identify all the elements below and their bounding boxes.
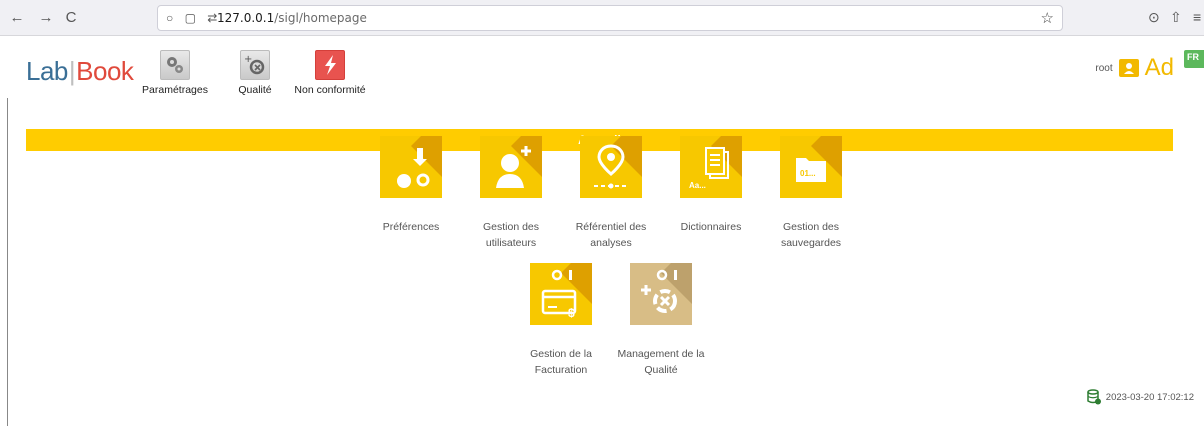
tile-label-line1: Préférences [382, 221, 440, 233]
tile-label-line1: Gestion de la [530, 348, 592, 360]
tile-preferences[interactable]: Préférences [361, 136, 461, 235]
app-header: Lab|Book Paramétrages + Qualité Non conf… [0, 36, 1204, 98]
tile-label-line1: Gestion des [782, 221, 840, 233]
backup-icon-text: 01... [800, 169, 816, 178]
tile-label: Management de la Qualité [611, 346, 711, 378]
nav-qualite-label: Qualité [238, 84, 272, 96]
tile-label: Référentiel des analyses [561, 219, 661, 251]
menu-icon[interactable]: ≡ [1193, 9, 1201, 25]
footer-status: 2023-03-20 17:02:12 [1087, 389, 1194, 405]
avatar [1118, 59, 1139, 77]
tile-label-line2: utilisateurs [485, 237, 537, 249]
labbook-logo[interactable]: Lab|Book [26, 56, 134, 87]
logo-book: Book [76, 56, 134, 86]
map-pin-icon [580, 136, 642, 198]
tile-label-line2: Qualité [644, 364, 678, 376]
pocket-icon[interactable]: ⊙ [1148, 9, 1160, 26]
tile-label: Gestion de la Facturation [511, 346, 611, 378]
logo-lab: Lab [26, 56, 68, 86]
tile-label-line2: analyses [590, 237, 632, 249]
quality-management-icon [630, 263, 692, 325]
tile-label-line1: Gestion des [482, 221, 540, 233]
url-bar[interactable]: ○ ▢ ⇄ 127.0.0.1/sigl/homepage ☆ [157, 5, 1063, 31]
database-check-icon [1087, 389, 1101, 405]
tile-label: Préférences [361, 219, 461, 235]
share-icon[interactable]: ⇧ [1170, 9, 1182, 26]
tile-gestion-facturation[interactable]: $ Gestion de la Facturation [511, 263, 611, 378]
billing-card-icon: $ [530, 263, 592, 325]
language-badge[interactable]: FR [1184, 50, 1204, 68]
gears-icon [160, 50, 190, 80]
folder-icon: 01... [780, 136, 842, 198]
user-area[interactable]: root Ad [1095, 56, 1174, 80]
tile-gestion-sauvegardes[interactable]: 01... Gestion des sauvegardes [761, 136, 861, 251]
quality-icon: + [240, 50, 270, 80]
bookmark-star-icon[interactable]: ☆ [1041, 9, 1054, 27]
forward-icon[interactable]: → [37, 9, 55, 27]
svg-text:$: $ [568, 306, 575, 320]
tile-label-line2: sauvegardes [780, 237, 842, 249]
nav-parametrages[interactable]: Paramétrages [140, 50, 210, 96]
reload-icon[interactable]: C [62, 9, 80, 27]
preferences-icon [380, 136, 442, 198]
url-security-icons: ○ ▢ ⇄ [166, 11, 222, 25]
logo-separator: | [68, 56, 76, 86]
tile-label: Gestion des utilisateurs [461, 219, 561, 251]
tile-label-line1: Référentiel des [575, 221, 647, 233]
tile-label: Gestion des sauvegardes [761, 219, 861, 251]
documents-icon: Aa... [680, 136, 742, 198]
dictionary-icon-text: Aa... [689, 181, 706, 190]
tile-label-line2: Facturation [534, 364, 588, 376]
lightning-icon [315, 50, 345, 80]
datetime: 2023-03-20 17:02:12 [1105, 391, 1194, 403]
tile-management-qualite[interactable]: Management de la Qualité [611, 263, 711, 378]
add-user-icon [480, 136, 542, 198]
tile-dictionnaires[interactable]: Aa... Dictionnaires [661, 136, 761, 235]
nav-qualite[interactable]: + Qualité [230, 50, 280, 96]
browser-toolbar: ← → C ○ ▢ ⇄ 127.0.0.1/sigl/homepage ☆ ⊙ … [0, 0, 1204, 36]
tile-referentiel-analyses[interactable]: Référentiel des analyses [561, 136, 661, 251]
url-host: 127.0.0.1 [217, 11, 275, 25]
url-text[interactable]: 127.0.0.1/sigl/homepage [217, 11, 367, 25]
nav-non-conformite-label: Non conformité [294, 84, 366, 96]
nav-non-conformite[interactable]: Non conformité [293, 50, 367, 96]
ad-text: Ad [1144, 54, 1174, 81]
nav-parametrages-label: Paramétrages [142, 84, 208, 96]
user-name: root [1095, 62, 1113, 74]
url-path: /sigl/homepage [274, 11, 367, 25]
tile-label-line1: Management de la [617, 348, 705, 360]
content-border [7, 98, 8, 426]
back-icon[interactable]: ← [8, 9, 26, 27]
tile-label: Dictionnaires [661, 219, 761, 235]
tile-label-line1: Dictionnaires [680, 221, 742, 233]
tile-gestion-utilisateurs[interactable]: Gestion des utilisateurs [461, 136, 561, 251]
